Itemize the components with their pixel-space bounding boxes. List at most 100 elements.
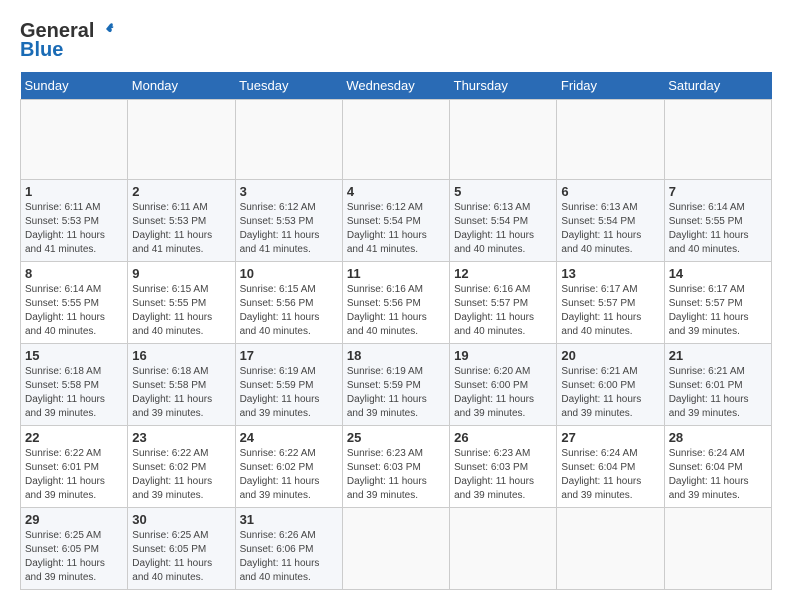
- calendar-cell: [450, 100, 557, 180]
- day-number: 23: [132, 430, 230, 445]
- calendar-header-sunday: Sunday: [21, 72, 128, 100]
- day-info: Sunrise: 6:13 AM Sunset: 5:54 PM Dayligh…: [561, 201, 659, 257]
- calendar-cell: 26 Sunrise: 6:23 AM Sunset: 6:03 PM Dayli…: [450, 426, 557, 508]
- logo: General Blue: [20, 20, 114, 62]
- calendar-cell: 31Sunrise: 6:26 AM Sunset: 6:06 PM Dayli…: [235, 508, 342, 590]
- day-number: 8: [25, 266, 123, 281]
- day-number: 19: [454, 348, 552, 363]
- calendar-cell: [235, 100, 342, 180]
- calendar-cell: 7Sunrise: 6:14 AM Sunset: 5:55 PM Daylig…: [664, 180, 771, 262]
- day-number: 12: [454, 266, 552, 281]
- calendar-cell: 20 Sunrise: 6:21 AM Sunset: 6:00 PM Dayli…: [557, 344, 664, 426]
- day-number: 2: [132, 184, 230, 199]
- day-number: 28: [669, 430, 767, 445]
- day-number: 18: [347, 348, 445, 363]
- day-info: Sunrise: 6:17 AM Sunset: 5:57 PM Dayligh…: [669, 283, 767, 339]
- day-number: 9: [132, 266, 230, 281]
- day-info: Sunrise: 6:22 AM Sunset: 6:02 PM Dayligh…: [240, 447, 338, 503]
- day-number: 20: [561, 348, 659, 363]
- calendar-cell: 11 Sunrise: 6:16 AM Sunset: 5:56 PM Dayli…: [342, 262, 449, 344]
- calendar-cell: 22 Sunrise: 6:22 AM Sunset: 6:01 PM Dayli…: [21, 426, 128, 508]
- day-info: Sunrise: 6:23 AM Sunset: 6:03 PM Dayligh…: [454, 447, 552, 503]
- calendar-cell: [342, 100, 449, 180]
- day-info: Sunrise: 6:22 AM Sunset: 6:02 PM Dayligh…: [132, 447, 230, 503]
- calendar-cell: 29 Sunrise: 6:25 AM Sunset: 6:05 PM Dayli…: [21, 508, 128, 590]
- calendar-cell: [557, 508, 664, 590]
- day-info: Sunrise: 6:17 AM Sunset: 5:57 PM Dayligh…: [561, 283, 659, 339]
- day-info: Sunrise: 6:16 AM Sunset: 5:56 PM Dayligh…: [347, 283, 445, 339]
- calendar-header-saturday: Saturday: [664, 72, 771, 100]
- day-number: 1: [25, 184, 123, 199]
- calendar-cell: 23 Sunrise: 6:22 AM Sunset: 6:02 PM Dayli…: [128, 426, 235, 508]
- calendar-cell: 4 Sunrise: 6:12 AM Sunset: 5:54 PM Daylig…: [342, 180, 449, 262]
- day-info: Sunrise: 6:24 AM Sunset: 6:04 PM Dayligh…: [561, 447, 659, 503]
- calendar-header-friday: Friday: [557, 72, 664, 100]
- day-number: 21: [669, 348, 767, 363]
- calendar-header-thursday: Thursday: [450, 72, 557, 100]
- calendar-cell: 21 Sunrise: 6:21 AM Sunset: 6:01 PM Dayli…: [664, 344, 771, 426]
- calendar-cell: 30Sunrise: 6:25 AM Sunset: 6:05 PM Dayli…: [128, 508, 235, 590]
- day-info: Sunrise: 6:14 AM Sunset: 5:55 PM Dayligh…: [25, 283, 123, 339]
- calendar-cell: 9 Sunrise: 6:15 AM Sunset: 5:55 PM Daylig…: [128, 262, 235, 344]
- calendar-cell: 28 Sunrise: 6:24 AM Sunset: 6:04 PM Dayli…: [664, 426, 771, 508]
- calendar-cell: 5 Sunrise: 6:13 AM Sunset: 5:54 PM Daylig…: [450, 180, 557, 262]
- day-number: 26: [454, 430, 552, 445]
- calendar-cell: [557, 100, 664, 180]
- calendar-cell: 14Sunrise: 6:17 AM Sunset: 5:57 PM Dayli…: [664, 262, 771, 344]
- calendar-cell: 24 Sunrise: 6:22 AM Sunset: 6:02 PM Dayli…: [235, 426, 342, 508]
- day-number: 29: [25, 512, 123, 527]
- day-info: Sunrise: 6:23 AM Sunset: 6:03 PM Dayligh…: [347, 447, 445, 503]
- day-number: 3: [240, 184, 338, 199]
- day-number: 27: [561, 430, 659, 445]
- day-number: 22: [25, 430, 123, 445]
- calendar-cell: [342, 508, 449, 590]
- day-number: 13: [561, 266, 659, 281]
- day-info: Sunrise: 6:18 AM Sunset: 5:58 PM Dayligh…: [132, 365, 230, 421]
- calendar-cell: [664, 508, 771, 590]
- day-info: Sunrise: 6:16 AM Sunset: 5:57 PM Dayligh…: [454, 283, 552, 339]
- day-number: 4: [347, 184, 445, 199]
- day-info: Sunrise: 6:21 AM Sunset: 6:01 PM Dayligh…: [669, 365, 767, 421]
- logo-blue-text: Blue: [20, 39, 63, 62]
- day-number: 6: [561, 184, 659, 199]
- calendar-cell: 10Sunrise: 6:15 AM Sunset: 5:56 PM Dayli…: [235, 262, 342, 344]
- day-info: Sunrise: 6:11 AM Sunset: 5:53 PM Dayligh…: [132, 201, 230, 257]
- day-info: Sunrise: 6:12 AM Sunset: 5:53 PM Dayligh…: [240, 201, 338, 257]
- day-number: 24: [240, 430, 338, 445]
- day-info: Sunrise: 6:25 AM Sunset: 6:05 PM Dayligh…: [25, 529, 123, 585]
- calendar-header-tuesday: Tuesday: [235, 72, 342, 100]
- calendar-cell: 18Sunrise: 6:19 AM Sunset: 5:59 PM Dayli…: [342, 344, 449, 426]
- day-number: 11: [347, 266, 445, 281]
- day-number: 5: [454, 184, 552, 199]
- day-number: 31: [240, 512, 338, 527]
- calendar-cell: 13 Sunrise: 6:17 AM Sunset: 5:57 PM Dayli…: [557, 262, 664, 344]
- day-info: Sunrise: 6:11 AM Sunset: 5:53 PM Dayligh…: [25, 201, 123, 257]
- calendar-cell: [450, 508, 557, 590]
- day-info: Sunrise: 6:22 AM Sunset: 6:01 PM Dayligh…: [25, 447, 123, 503]
- day-info: Sunrise: 6:18 AM Sunset: 5:58 PM Dayligh…: [25, 365, 123, 421]
- day-number: 7: [669, 184, 767, 199]
- calendar-cell: [128, 100, 235, 180]
- day-info: Sunrise: 6:15 AM Sunset: 5:55 PM Dayligh…: [132, 283, 230, 339]
- day-info: Sunrise: 6:12 AM Sunset: 5:54 PM Dayligh…: [347, 201, 445, 257]
- calendar-cell: 12 Sunrise: 6:16 AM Sunset: 5:57 PM Dayli…: [450, 262, 557, 344]
- calendar-cell: [21, 100, 128, 180]
- calendar-cell: 2 Sunrise: 6:11 AM Sunset: 5:53 PM Daylig…: [128, 180, 235, 262]
- calendar-cell: 1 Sunrise: 6:11 AM Sunset: 5:53 PM Daylig…: [21, 180, 128, 262]
- day-number: 25: [347, 430, 445, 445]
- calendar-cell: 6 Sunrise: 6:13 AM Sunset: 5:54 PM Daylig…: [557, 180, 664, 262]
- day-number: 17: [240, 348, 338, 363]
- day-info: Sunrise: 6:13 AM Sunset: 5:54 PM Dayligh…: [454, 201, 552, 257]
- page-header: General Blue: [20, 20, 772, 62]
- calendar-cell: [664, 100, 771, 180]
- calendar-header-wednesday: Wednesday: [342, 72, 449, 100]
- day-number: 10: [240, 266, 338, 281]
- day-info: Sunrise: 6:24 AM Sunset: 6:04 PM Dayligh…: [669, 447, 767, 503]
- calendar-header-monday: Monday: [128, 72, 235, 100]
- day-number: 15: [25, 348, 123, 363]
- day-number: 16: [132, 348, 230, 363]
- calendar-cell: 17 Sunrise: 6:19 AM Sunset: 5:59 PM Dayli…: [235, 344, 342, 426]
- day-info: Sunrise: 6:19 AM Sunset: 5:59 PM Dayligh…: [240, 365, 338, 421]
- calendar-table: SundayMondayTuesdayWednesdayThursdayFrid…: [20, 72, 772, 590]
- day-info: Sunrise: 6:21 AM Sunset: 6:00 PM Dayligh…: [561, 365, 659, 421]
